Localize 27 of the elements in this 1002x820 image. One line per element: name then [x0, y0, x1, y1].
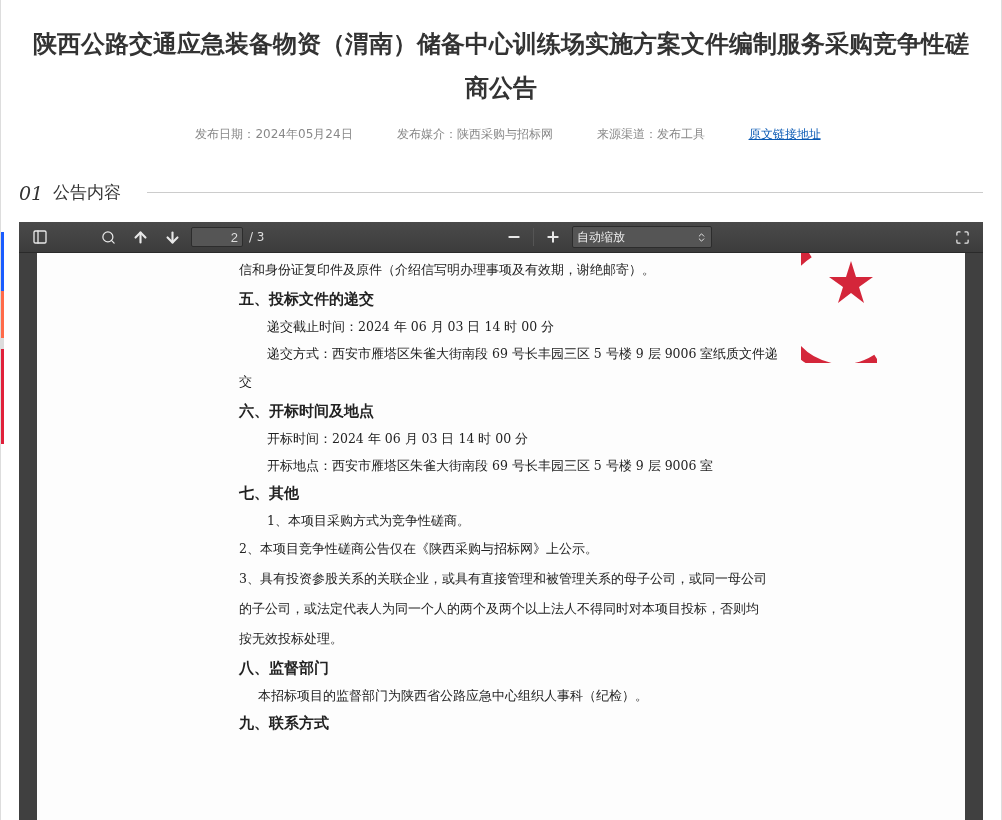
document-heading: 七、其他 [239, 483, 300, 504]
document-heading: 九、联系方式 [239, 713, 330, 734]
source-link[interactable]: 原文链接地址 [748, 126, 821, 143]
document-text: 3、具有投资参股关系的关联企业，或具有直接管理和被管理关系的母子公司，或同一母公司 [239, 570, 768, 588]
page-title: 陕西公路交通应急装备物资（渭南）储备中心训练场实施方案文件编制服务采购竞争性磋商公告 [32, 29, 970, 104]
document-text: 交 [239, 373, 253, 391]
document-text: 递交截止时间：2024 年 06 月 03 日 14 时 00 分 [266, 318, 556, 336]
zoom-select[interactable]: 自动缩放 [572, 226, 713, 248]
meta-text: 来源渠道：发布工具 [596, 126, 705, 143]
document-text: 2、本项目竞争性磋商公告仅在《陕西采购与招标网》上公示。 [239, 540, 599, 558]
document-text: 本招标项目的监督部门为陕西省公路应急中心组织人事科（纪检）。 [257, 687, 649, 705]
document-text: 信和身份证复印件及原件（介绍信写明办理事项及有效期，谢绝邮寄）。 [239, 261, 656, 279]
document-heading: 八、监督部门 [239, 658, 330, 679]
document-text: 按无效投标处理。 [239, 630, 344, 648]
page-number-field[interactable]: 2 [191, 227, 243, 247]
document-text: 开标地点：西安市雁塔区朱雀大街南段 69 号长丰园三区 5 号楼 9 层 9006 室 [266, 457, 715, 475]
section-number: 01 [19, 181, 44, 204]
document-text: 1、本项目采购方式为竞争性磋商。 [266, 512, 471, 530]
document-text: 开标时间：2024 年 06 月 03 日 14 时 00 分 [266, 430, 530, 448]
document-text: 的子公司，或法定代表人为同一个人的两个及两个以上法人不得同时对本项目投标，否则均 [239, 600, 760, 618]
document-heading: 六、开标时间及地点 [239, 401, 375, 422]
page-total: / 3 [249, 230, 265, 244]
section-title: 公告内容 [53, 181, 122, 204]
meta-text: 发布媒介：陕西采购与招标网 [396, 126, 553, 143]
meta-text: 发布日期：2024年05月24日 [195, 126, 353, 143]
document-text: 递交方式：西安市雁塔区朱雀大街南段 69 号长丰园三区 5 号楼 9 层 9006 室纸质文件递 [266, 345, 780, 363]
document-heading: 五、投标文件的递交 [239, 289, 375, 310]
